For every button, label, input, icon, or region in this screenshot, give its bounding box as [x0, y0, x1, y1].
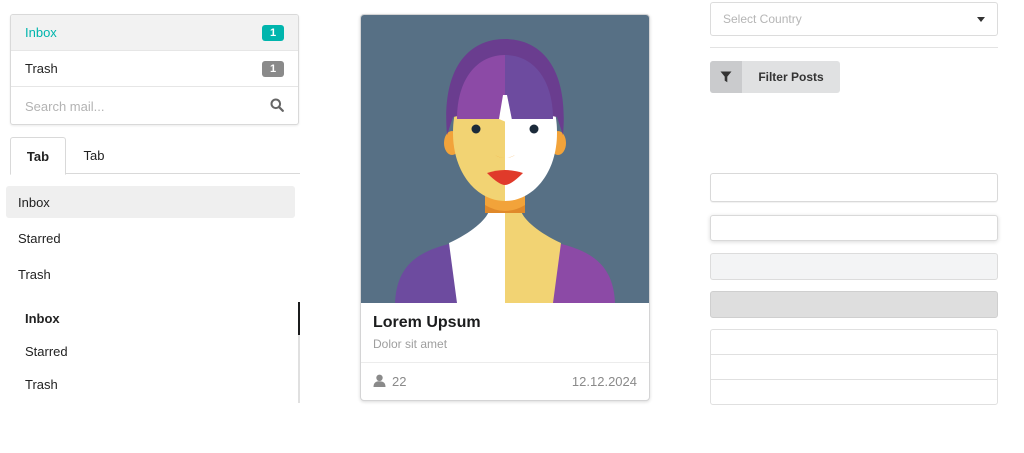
segment-stacked: [710, 215, 998, 241]
segment-tertiary: [710, 291, 998, 318]
filter-posts-button[interactable]: Filter Posts: [710, 61, 840, 93]
woman-avatar-illustration: [361, 15, 649, 303]
mail-menu: Inbox 1 Trash 1: [10, 14, 299, 125]
trash-count-badge: 1: [262, 60, 284, 77]
likes-count: 22: [392, 374, 407, 389]
profile-card: Lorem Upsum Dolor sit amet 22 12.12.2024: [360, 14, 650, 401]
divider: [710, 47, 998, 48]
tab-bar: Tab Tab: [10, 137, 300, 175]
tab-2[interactable]: Tab: [66, 137, 122, 174]
segment-raised: [710, 173, 998, 202]
card-likes[interactable]: 22: [373, 374, 406, 390]
segment-row: [711, 355, 997, 380]
vertical-menu-item-trash[interactable]: Trash: [6, 258, 295, 290]
card-extra: 22 12.12.2024: [361, 363, 649, 400]
dropdown-caret-icon: [977, 16, 985, 22]
vertical-menu-item-starred[interactable]: Starred: [6, 222, 295, 254]
segment-row: [711, 330, 997, 355]
card-meta: Dolor sit amet: [373, 337, 448, 351]
search-input[interactable]: [25, 98, 245, 114]
secondary-vertical-menu: Inbox Starred Trash: [10, 302, 300, 403]
tab-1[interactable]: Tab: [10, 137, 66, 175]
segment-secondary: [710, 253, 998, 280]
filter-button-label: Filter Posts: [758, 70, 824, 84]
mail-item-inbox[interactable]: Inbox 1: [11, 15, 298, 51]
mail-search: [11, 87, 298, 124]
select-placeholder: Select Country: [723, 12, 802, 26]
vertical-menu-item-inbox[interactable]: Inbox: [6, 186, 295, 218]
vertical-menu: Inbox Starred Trash: [6, 186, 296, 294]
mail-item-trash[interactable]: Trash 1: [11, 51, 298, 87]
secondary-menu-item-inbox[interactable]: Inbox: [10, 302, 300, 335]
card-content: Lorem Upsum Dolor sit amet: [361, 303, 649, 363]
search-icon[interactable]: [270, 98, 284, 115]
segment-group: [710, 329, 998, 405]
secondary-menu-item-trash[interactable]: Trash: [10, 368, 298, 401]
segment-row: [711, 380, 997, 405]
mail-item-label: Trash: [25, 61, 58, 76]
country-select[interactable]: Select Country: [710, 2, 998, 36]
card-header[interactable]: Lorem Upsum: [373, 314, 637, 332]
user-icon: [373, 374, 386, 390]
card-date: 12.12.2024: [571, 374, 637, 389]
secondary-menu-item-starred[interactable]: Starred: [10, 335, 298, 368]
filter-icon: [710, 61, 742, 93]
mail-item-label: Inbox: [25, 25, 57, 40]
inbox-count-badge: 1: [262, 24, 284, 41]
